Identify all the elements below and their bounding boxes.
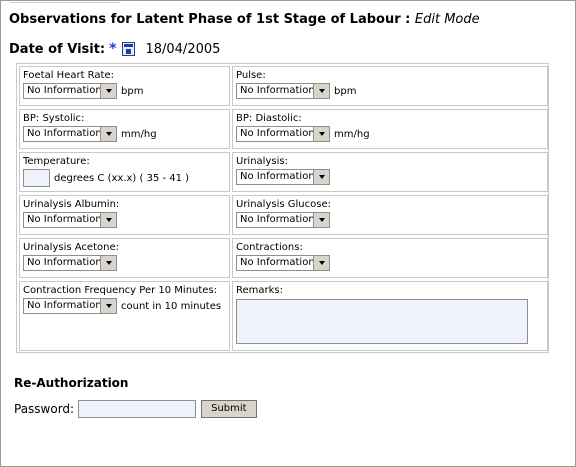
- password-row: Password: Submit: [14, 400, 257, 418]
- page-title: Observations for Latent Phase of 1st Sta…: [9, 12, 480, 27]
- remarks-cell: Remarks:: [232, 281, 548, 351]
- bp-systolic-cell: BP: Systolic: No Information mm/hg: [19, 109, 230, 149]
- chevron-down-icon[interactable]: [100, 127, 116, 141]
- bp-diastolic-cell: BP: Diastolic: No Information mm/hg: [232, 109, 548, 149]
- urinalysis-albumin-cell: Urinalysis Albumin: No Information: [19, 195, 230, 235]
- foetal-heart-rate-label: Foetal Heart Rate:: [23, 70, 114, 81]
- contraction-frequency-label: Contraction Frequency Per 10 Minutes:: [23, 285, 218, 296]
- urinalysis-acetone-value: No Information: [27, 257, 100, 268]
- urinalysis-glucose-value: No Information: [240, 214, 313, 225]
- chevron-down-icon[interactable]: [100, 84, 116, 98]
- contraction-frequency-cell: Contraction Frequency Per 10 Minutes: No…: [19, 281, 230, 351]
- chevron-down-icon[interactable]: [313, 256, 329, 270]
- urinalysis-glucose-select[interactable]: No Information: [236, 212, 330, 228]
- date-of-visit-label: Date of Visit:: [9, 41, 106, 57]
- contractions-label: Contractions:: [236, 242, 303, 253]
- pulse-value: No Information: [240, 85, 313, 96]
- contractions-select[interactable]: No Information: [236, 255, 330, 271]
- urinalysis-acetone-cell: Urinalysis Acetone: No Information: [19, 238, 230, 278]
- urinalysis-label: Urinalysis:: [236, 156, 288, 167]
- bp-systolic-unit: mm/hg: [121, 128, 157, 140]
- submit-button[interactable]: Submit: [201, 400, 257, 418]
- date-of-visit-value: 18/04/2005: [145, 41, 221, 57]
- remarks-textarea[interactable]: [236, 299, 528, 344]
- contractions-value: No Information: [240, 257, 313, 268]
- password-input[interactable]: [78, 400, 197, 418]
- bp-diastolic-unit: mm/hg: [334, 128, 370, 140]
- chevron-down-icon[interactable]: [100, 213, 116, 227]
- bp-diastolic-value: No Information: [240, 128, 313, 139]
- foetal-heart-rate-cell: Foetal Heart Rate: No Information bpm: [19, 66, 230, 106]
- pulse-select[interactable]: No Information: [236, 83, 330, 99]
- page-title-text: Observations for Latent Phase of 1st Sta…: [9, 12, 415, 27]
- bp-diastolic-label: BP: Diastolic:: [236, 113, 302, 124]
- temperature-unit: degrees C (xx.x) ( 35 - 41 ): [54, 172, 190, 184]
- reauth-heading: Re-Authorization: [14, 376, 129, 390]
- observations-grid: Foetal Heart Rate: No Information bpm Pu…: [16, 63, 549, 353]
- contraction-frequency-unit: count in 10 minutes: [121, 300, 222, 312]
- foetal-heart-rate-select[interactable]: No Information: [23, 83, 117, 99]
- pulse-cell: Pulse: No Information bpm: [232, 66, 548, 106]
- urinalysis-glucose-label: Urinalysis Glucose:: [236, 199, 331, 210]
- chevron-down-icon[interactable]: [313, 170, 329, 184]
- urinalysis-cell: Urinalysis: No Information: [232, 152, 548, 192]
- foetal-heart-rate-value: No Information: [27, 85, 100, 96]
- bp-diastolic-select[interactable]: No Information: [236, 126, 330, 142]
- contraction-frequency-value: No Information: [27, 300, 100, 311]
- urinalysis-albumin-label: Urinalysis Albumin:: [23, 199, 120, 210]
- contraction-frequency-select[interactable]: No Information: [23, 298, 117, 314]
- chevron-down-icon[interactable]: [100, 299, 116, 313]
- urinalysis-glucose-cell: Urinalysis Glucose: No Information: [232, 195, 548, 235]
- temperature-cell: Temperature: degrees C (xx.x) ( 35 - 41 …: [19, 152, 230, 192]
- bp-systolic-select[interactable]: No Information: [23, 126, 117, 142]
- password-label: Password:: [14, 402, 75, 416]
- chevron-down-icon[interactable]: [313, 127, 329, 141]
- bp-systolic-value: No Information: [27, 128, 100, 139]
- urinalysis-albumin-select[interactable]: No Information: [23, 212, 117, 228]
- required-marker: *: [109, 41, 117, 57]
- remarks-label: Remarks:: [236, 285, 284, 296]
- mode-label: Edit Mode: [414, 12, 480, 27]
- date-of-visit-row: Date of Visit: * 18/04/2005: [9, 41, 220, 57]
- chevron-down-icon[interactable]: [313, 213, 329, 227]
- urinalysis-acetone-select[interactable]: No Information: [23, 255, 117, 271]
- top-divider: [10, 0, 120, 3]
- pulse-unit: bpm: [334, 85, 357, 97]
- urinalysis-albumin-value: No Information: [27, 214, 100, 225]
- chevron-down-icon[interactable]: [313, 84, 329, 98]
- temperature-input[interactable]: [23, 169, 50, 187]
- calendar-icon[interactable]: [122, 42, 136, 56]
- urinalysis-value: No Information: [240, 171, 313, 182]
- temperature-label: Temperature:: [23, 156, 90, 167]
- contractions-cell: Contractions: No Information: [232, 238, 548, 278]
- urinalysis-acetone-label: Urinalysis Acetone:: [23, 242, 119, 253]
- chevron-down-icon[interactable]: [100, 256, 116, 270]
- pulse-label: Pulse:: [236, 70, 266, 81]
- foetal-heart-rate-unit: bpm: [121, 85, 144, 97]
- bp-systolic-label: BP: Systolic:: [23, 113, 85, 124]
- urinalysis-select[interactable]: No Information: [236, 169, 330, 185]
